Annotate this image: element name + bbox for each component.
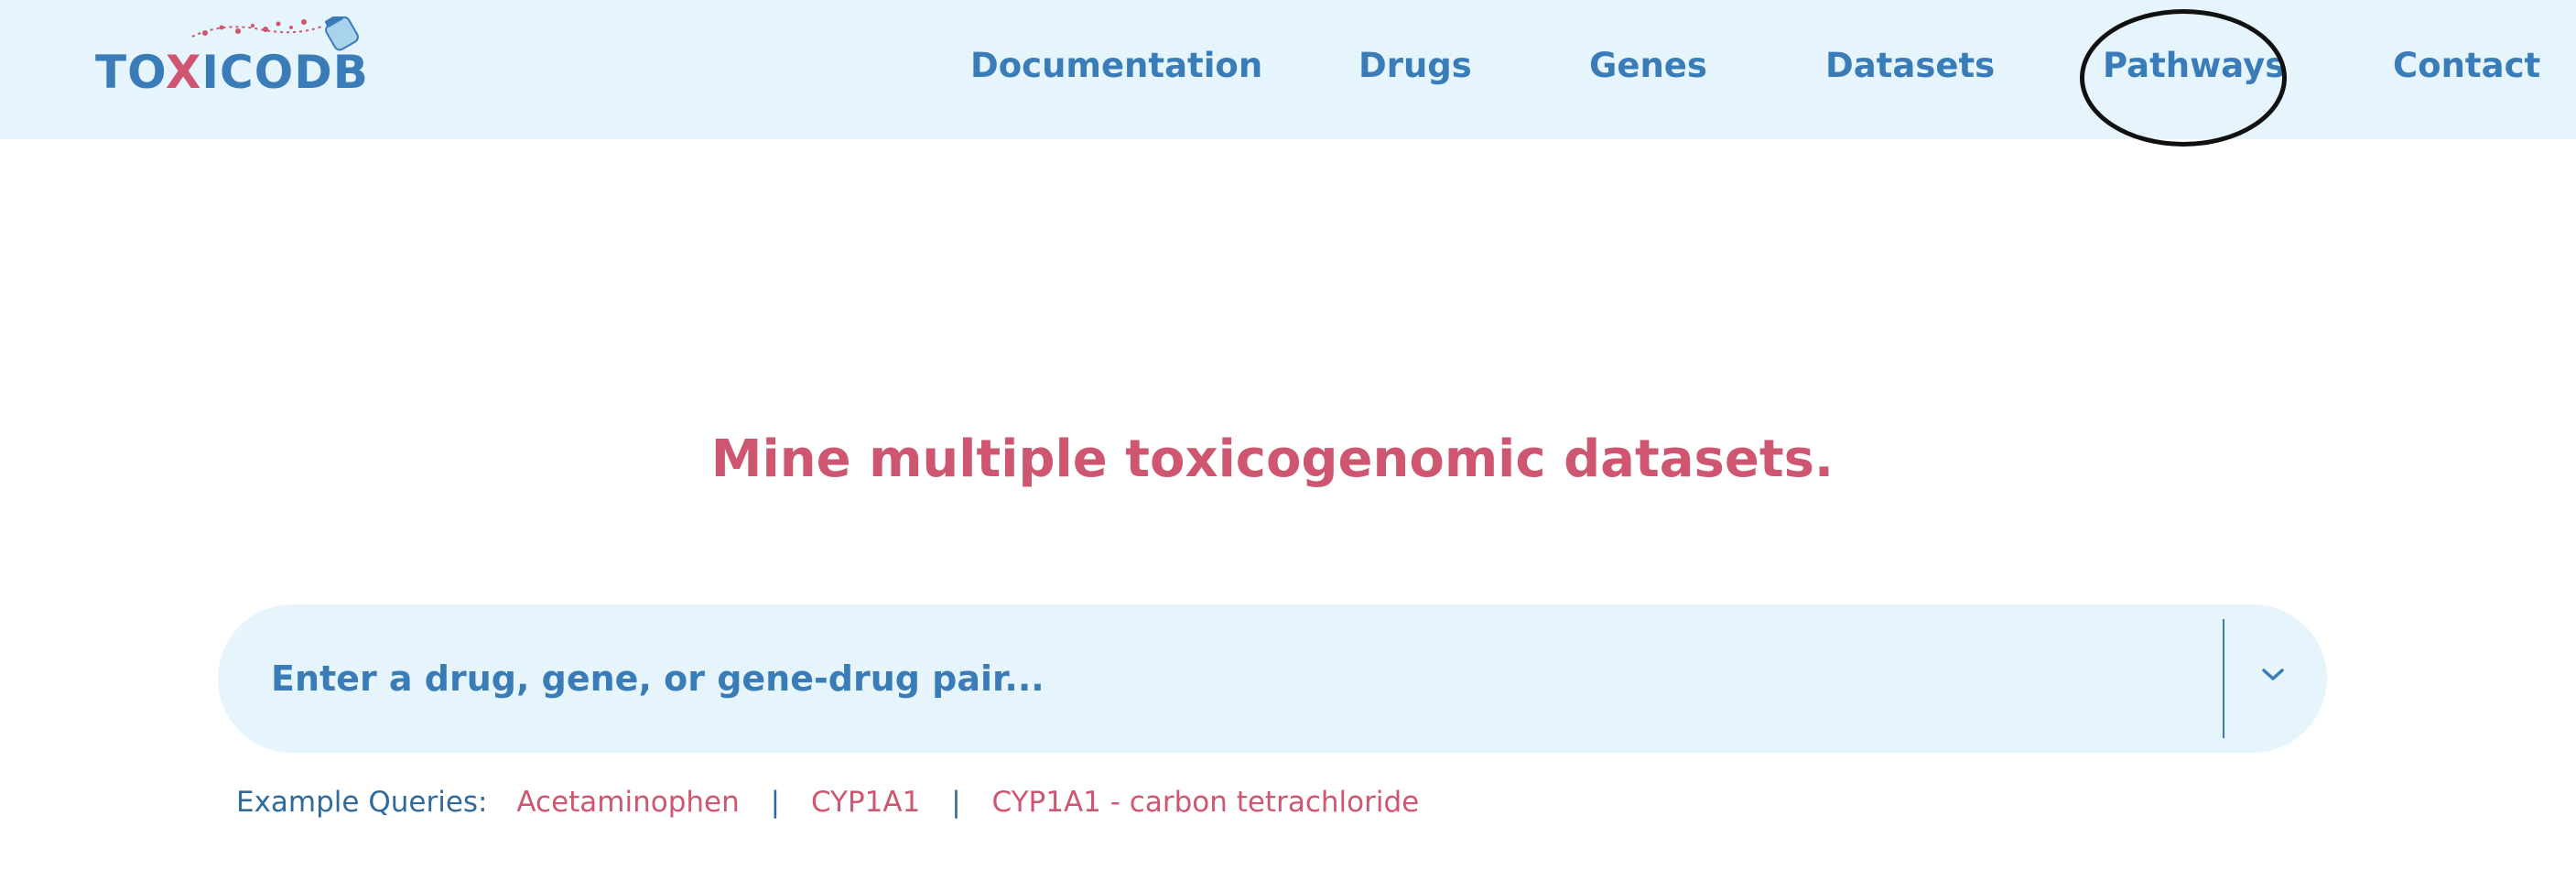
example-cyp1a1-carbon-tetrachloride[interactable]: CYP1A1 - carbon tetrachloride xyxy=(992,786,1420,819)
nav-pathways[interactable]: Pathways xyxy=(2103,47,2285,85)
example-separator: | xyxy=(770,786,781,819)
nav-genes[interactable]: Genes xyxy=(1589,47,1707,85)
logo-wordmark: TOXICODB xyxy=(95,49,369,95)
example-queries-label: Example Queries: xyxy=(236,786,488,819)
site-logo[interactable]: TOXICODB xyxy=(95,16,370,99)
logo-text-prefix: TO xyxy=(95,46,166,99)
example-queries: Example Queries: Acetaminophen | CYP1A1 … xyxy=(236,786,1419,820)
logo-text-x: X xyxy=(165,46,202,99)
nav-drugs[interactable]: Drugs xyxy=(1358,47,1472,85)
nav-contact[interactable]: Contact xyxy=(2393,47,2540,85)
nav-datasets[interactable]: Datasets xyxy=(1825,47,1995,85)
search-bar xyxy=(218,604,2327,753)
site-header: TOXICODB Documentation Drugs Genes Datas… xyxy=(0,0,2576,139)
search-dropdown-button[interactable] xyxy=(2228,604,2320,753)
nav-documentation[interactable]: Documentation xyxy=(970,47,1262,85)
search-input[interactable] xyxy=(271,641,2193,716)
example-separator: | xyxy=(951,786,961,819)
page-headline: Mine multiple toxicogenomic datasets. xyxy=(710,429,1835,489)
chevron-down-icon xyxy=(2262,669,2284,680)
example-cyp1a1[interactable]: CYP1A1 xyxy=(811,786,920,819)
logo-text-suffix: ICODB xyxy=(201,46,369,99)
search-divider xyxy=(2223,619,2224,738)
example-acetaminophen[interactable]: Acetaminophen xyxy=(516,786,739,819)
